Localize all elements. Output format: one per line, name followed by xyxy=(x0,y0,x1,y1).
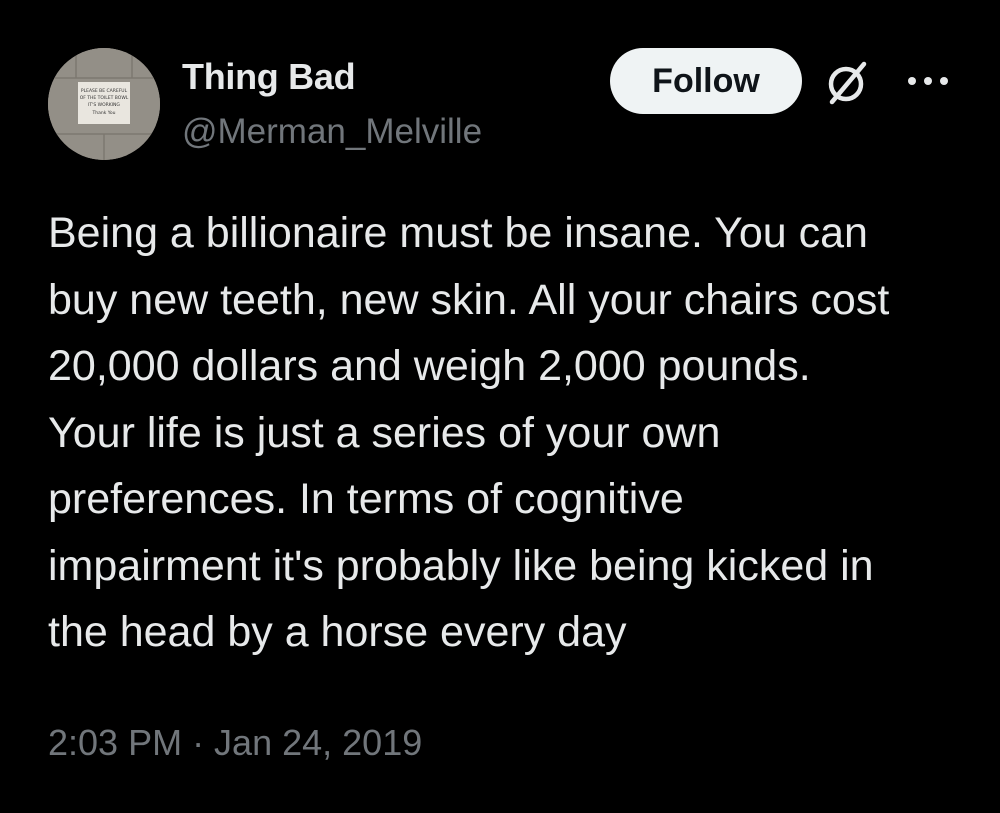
grok-slash-icon[interactable] xyxy=(820,56,874,110)
user-handle[interactable]: @Merman_Melville xyxy=(182,112,482,152)
tweet-text-line: Your life is just a series of your own xyxy=(48,408,721,457)
tweet-card: PLEASE BE CAREFUL OF THE TOILET BOWL IT'… xyxy=(0,0,1000,813)
display-name[interactable]: Thing Bad xyxy=(182,56,356,98)
tweet-text-line: buy new teeth, new skin. All your chairs… xyxy=(48,275,890,324)
tweet-text-line: Being a billionaire must be insane. You … xyxy=(48,209,868,257)
tweet-text-line: impairment it's probably like being kick… xyxy=(48,541,874,590)
more-dots-icon[interactable] xyxy=(900,66,956,96)
avatar-sign-line-2: OF THE TOILET BOWL xyxy=(80,95,129,101)
follow-button[interactable]: Follow xyxy=(610,48,802,114)
avatar[interactable]: PLEASE BE CAREFUL OF THE TOILET BOWL IT'… xyxy=(48,48,160,160)
avatar-sign-line-3: IT'S WORKING xyxy=(88,102,120,108)
tweet-text: Being a billionaire must be insane. You … xyxy=(48,200,968,666)
tweet-text-line: 20,000 dollars and weigh 2,000 pounds. xyxy=(48,342,811,390)
tweet-text-line: preferences. In terms of cognitive xyxy=(48,475,684,523)
avatar-sign-line-1: PLEASE BE CAREFUL xyxy=(81,88,128,94)
avatar-image: PLEASE BE CAREFUL OF THE TOILET BOWL IT'… xyxy=(48,48,160,160)
tweet-timestamp[interactable]: 2:03 PM · Jan 24, 2019 xyxy=(48,722,422,764)
avatar-sign-line-4: Thank You xyxy=(91,110,115,116)
tweet-text-line: the head by a horse every day xyxy=(48,608,627,656)
